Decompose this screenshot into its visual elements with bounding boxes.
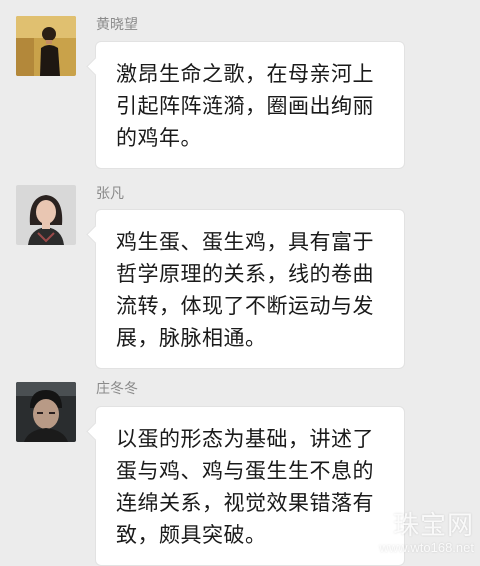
watermark: 珠宝网 www.wto168.net	[379, 512, 474, 556]
avatar-man-portrait-icon[interactable]	[16, 382, 76, 442]
watermark-title: 珠宝网	[392, 511, 474, 541]
sender-name: 庄冬冬	[96, 381, 138, 397]
message-text: 鸡生蛋、蛋生鸡，具有富于哲学原理的关系，线的卷曲流转，体现了不断运动与发展，脉脉…	[116, 230, 374, 350]
message-text: 以蛋的形态为基础，讲述了蛋与鸡、鸡与蛋生生不息的连绵关系，视觉效果错落有致，颇具…	[116, 427, 374, 547]
avatar-image	[16, 382, 76, 442]
sender-name: 张凡	[96, 186, 124, 202]
message-bubble[interactable]: 激昂生命之歌，在母亲河上引起阵阵涟漪，圈画出绚丽的鸡年。	[95, 41, 405, 169]
watermark-url: www.wto168.net	[379, 540, 474, 555]
message-bubble[interactable]: 以蛋的形态为基础，讲述了蛋与鸡、鸡与蛋生生不息的连绵关系，视觉效果错落有致，颇具…	[95, 406, 405, 566]
sender-name: 黄晓望	[96, 17, 138, 33]
message-text: 激昂生命之歌，在母亲河上引起阵阵涟漪，圈画出绚丽的鸡年。	[116, 62, 374, 150]
avatar-woman-portrait-icon[interactable]	[16, 185, 76, 245]
avatar-image	[16, 185, 76, 245]
avatar-image	[16, 16, 76, 76]
message-bubble[interactable]: 鸡生蛋、蛋生鸡，具有富于哲学原理的关系，线的卷曲流转，体现了不断运动与发展，脉脉…	[95, 209, 405, 369]
avatar-man-standing-icon[interactable]	[16, 16, 76, 76]
